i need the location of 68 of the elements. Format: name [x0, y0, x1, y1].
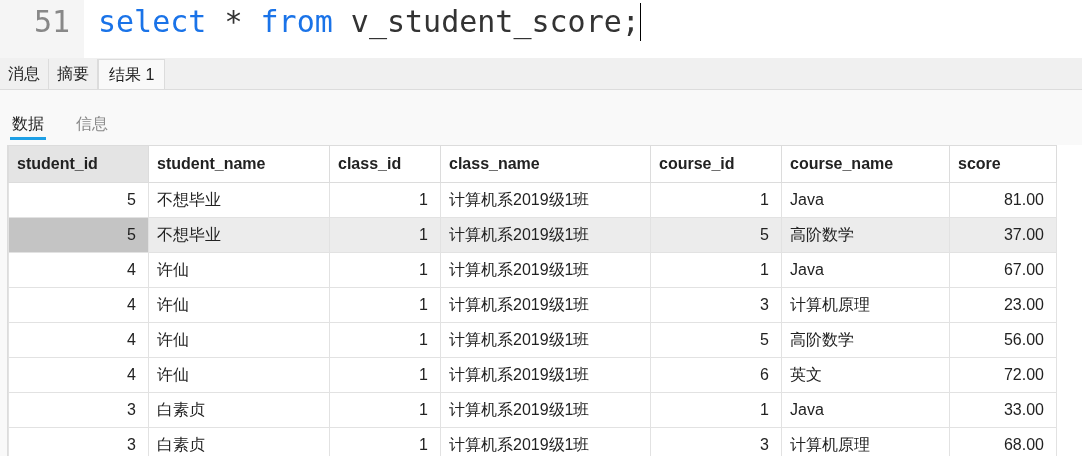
table-cell: 4: [8, 287, 149, 323]
table-cell: 33.00: [949, 392, 1057, 428]
table-cell: 计算机原理: [781, 287, 950, 323]
table-cell: 计算机系2019级1班: [440, 357, 651, 393]
table-cell: 56.00: [949, 322, 1057, 358]
table-cell: 不想毕业: [148, 182, 330, 218]
table-cell: 1: [650, 392, 782, 428]
table-cell: 计算机系2019级1班: [440, 217, 651, 253]
table-cell: 计算机原理: [781, 427, 950, 456]
table-cell: 计算机系2019级1班: [440, 252, 651, 288]
table-cell: 5: [8, 217, 149, 253]
table-cell: Java: [781, 182, 950, 218]
table-cell: 1: [329, 427, 441, 456]
table-cell: 4: [8, 322, 149, 358]
table-cell: 许仙: [148, 357, 330, 393]
table-cell: 许仙: [148, 322, 330, 358]
table-cell: 1: [329, 252, 441, 288]
table-cell: Java: [781, 392, 950, 428]
table-cell: 1: [329, 392, 441, 428]
table-cell: 3: [8, 392, 149, 428]
table-cell: 5: [650, 322, 782, 358]
table-cell: 4: [8, 357, 149, 393]
text-cursor: [639, 3, 641, 41]
table-cell: 67.00: [949, 252, 1057, 288]
table-cell: 不想毕业: [148, 217, 330, 253]
table-cell: 1: [329, 322, 441, 358]
table-cell: 1: [329, 357, 441, 393]
column-header[interactable]: student_id: [8, 145, 149, 183]
table-cell: 许仙: [148, 252, 330, 288]
table-cell: 英文: [781, 357, 950, 393]
table-cell: 5: [650, 217, 782, 253]
table-cell: 高阶数学: [781, 217, 950, 253]
table-cell: 1: [329, 182, 441, 218]
table-cell: Java: [781, 252, 950, 288]
table-cell: 3: [650, 427, 782, 456]
table-cell: 23.00: [949, 287, 1057, 323]
table-cell: 1: [650, 182, 782, 218]
table-cell: 许仙: [148, 287, 330, 323]
table-cell: 4: [8, 252, 149, 288]
table-cell: 6: [650, 357, 782, 393]
table-cell: 72.00: [949, 357, 1057, 393]
column-header[interactable]: class_name: [440, 145, 651, 183]
line-number: 51: [33, 3, 70, 41]
column-header[interactable]: student_name: [148, 145, 330, 183]
table-cell: 白素贞: [148, 392, 330, 428]
data-view-tab[interactable]: 信息: [74, 110, 110, 140]
table-cell: 3: [650, 287, 782, 323]
table-cell: 高阶数学: [781, 322, 950, 358]
table-cell: 37.00: [949, 217, 1057, 253]
column-header[interactable]: course_name: [781, 145, 950, 183]
table-cell: 计算机系2019级1班: [440, 427, 651, 456]
column-header[interactable]: course_id: [650, 145, 782, 183]
table-cell: 81.00: [949, 182, 1057, 218]
table-cell: 计算机系2019级1班: [440, 322, 651, 358]
table-cell: 计算机系2019级1班: [440, 287, 651, 323]
table-cell: 68.00: [949, 427, 1057, 456]
result-tab[interactable]: 结果 1: [98, 59, 166, 89]
table-cell: 计算机系2019级1班: [440, 182, 651, 218]
sql-code-line: select * from v_student_score;: [98, 3, 640, 42]
column-header[interactable]: class_id: [329, 145, 441, 183]
table-cell: 1: [650, 252, 782, 288]
table-cell: 白素贞: [148, 427, 330, 456]
table-cell: 5: [8, 182, 149, 218]
column-header[interactable]: score: [949, 145, 1057, 183]
table-cell: 3: [8, 427, 149, 456]
table-cell: 1: [329, 217, 441, 253]
table-cell: 计算机系2019级1班: [440, 392, 651, 428]
table-cell: 1: [329, 287, 441, 323]
